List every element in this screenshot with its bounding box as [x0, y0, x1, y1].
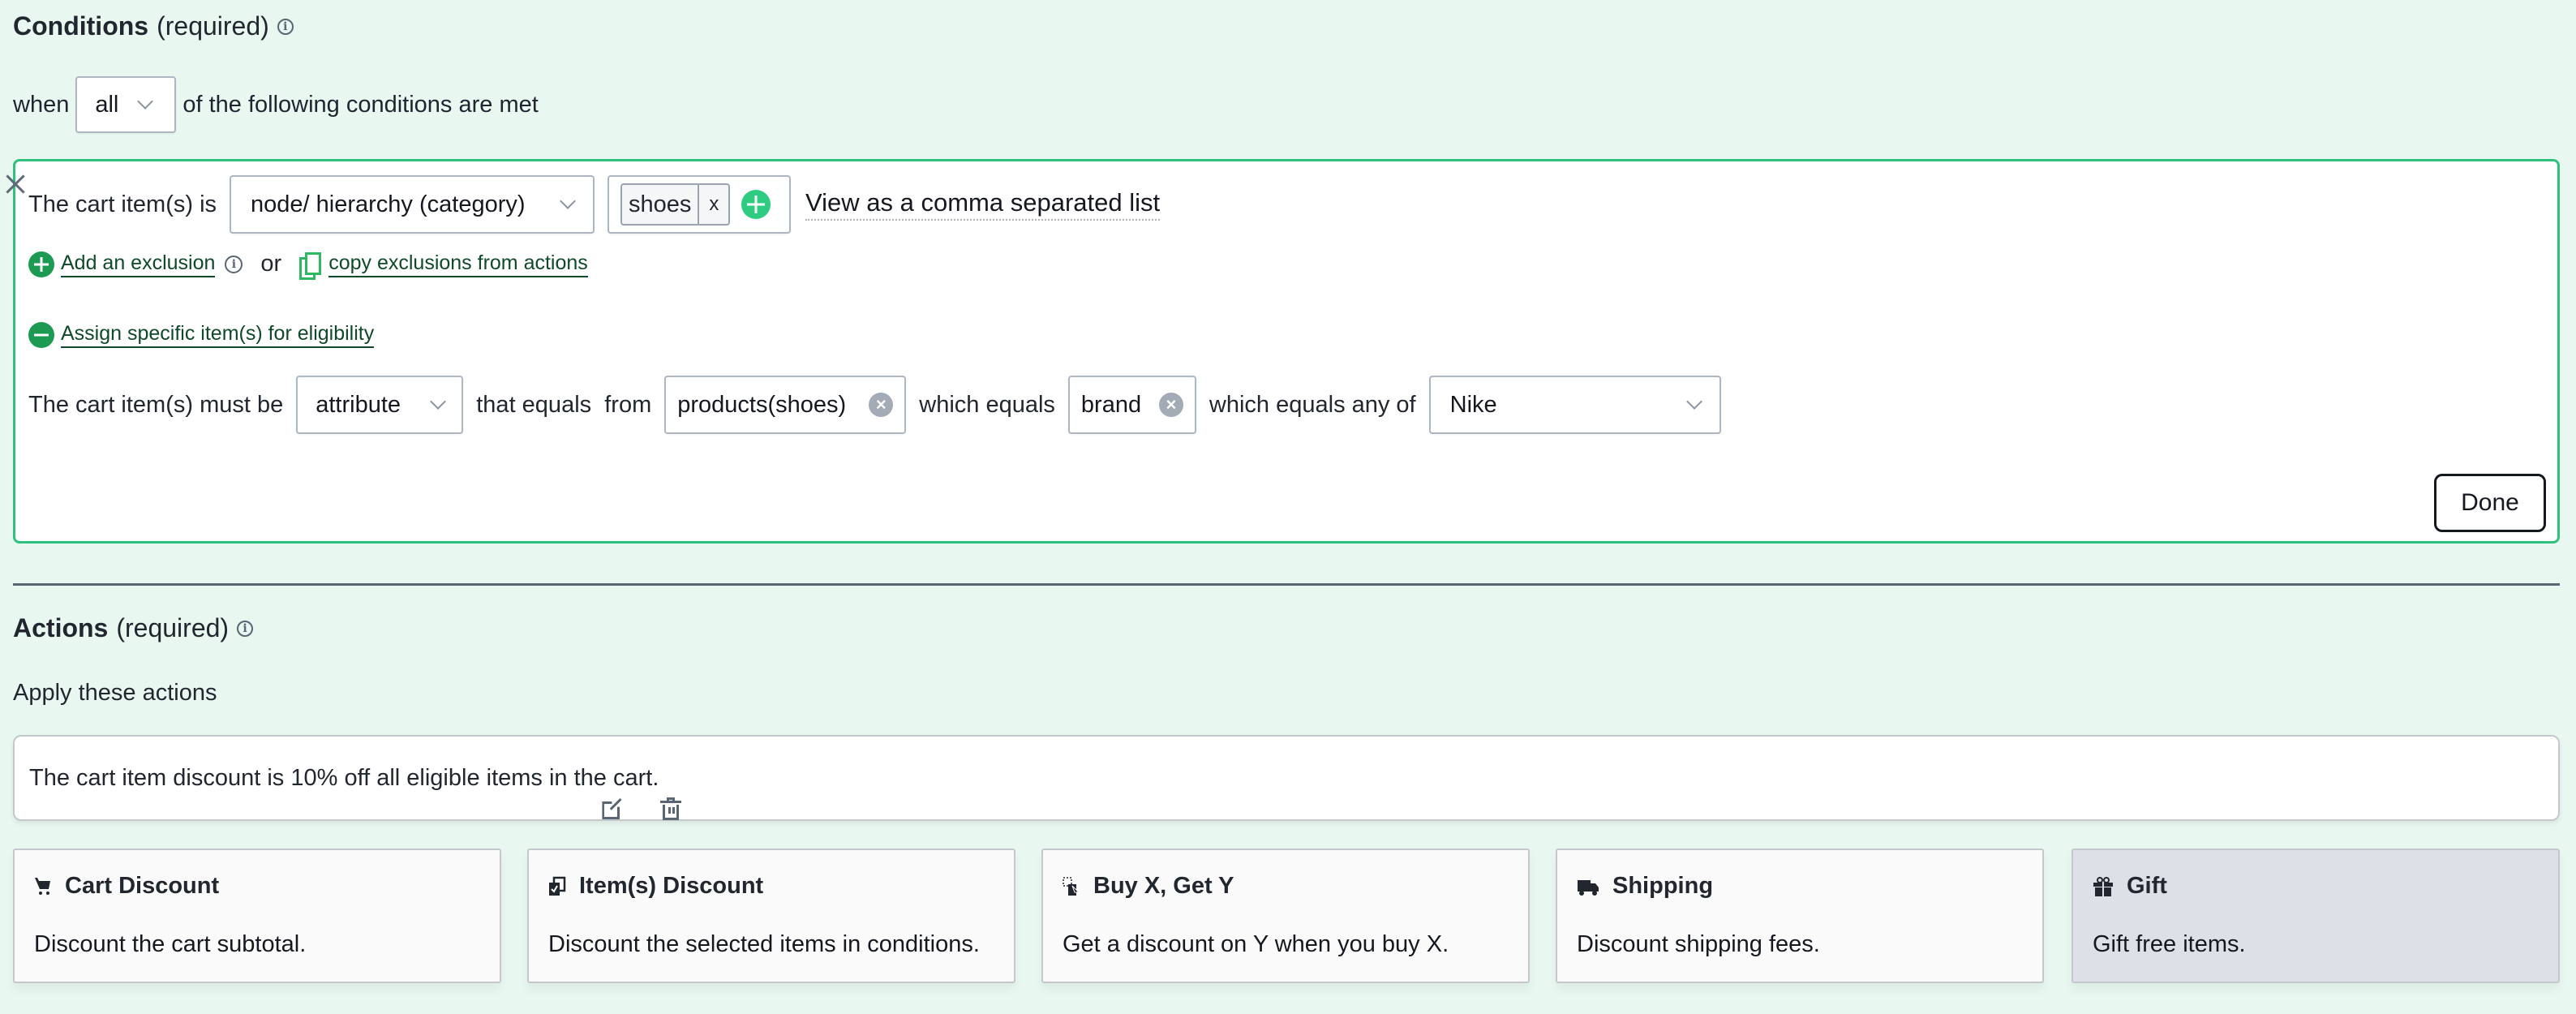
trash-icon[interactable] — [660, 797, 682, 820]
edit-icon[interactable] — [602, 800, 623, 821]
card-description: Discount the selected items in condition… — [548, 931, 980, 957]
or-label: or — [260, 251, 282, 277]
conditions-heading: Conditions (required) i — [13, 11, 294, 41]
chevron-down-icon — [137, 93, 154, 110]
attribute-field[interactable]: brand × — [1067, 376, 1196, 434]
section-divider — [13, 583, 2560, 586]
actions-subtitle: Apply these actions — [13, 680, 217, 706]
info-icon[interactable]: i — [225, 255, 243, 273]
card-title: Shipping — [1612, 873, 1714, 899]
done-button[interactable]: Done — [2434, 474, 2546, 532]
clear-icon[interactable]: × — [869, 393, 894, 417]
match-mode-value: all — [95, 91, 119, 118]
card-description: Discount shipping fees. — [1577, 931, 1820, 957]
card-title: Cart Discount — [65, 873, 220, 899]
card-description: Discount the cart subtotal. — [34, 931, 307, 957]
clear-icon[interactable]: × — [1158, 393, 1183, 417]
close-icon[interactable] — [4, 173, 27, 195]
chevron-down-icon — [1685, 393, 1702, 410]
info-icon[interactable]: i — [237, 620, 254, 637]
assign-row: Assign specific item(s) for eligibility — [28, 322, 375, 348]
conditions-title: Conditions — [13, 11, 149, 41]
copy-exclusions-link[interactable]: copy exclusions from actions — [328, 251, 588, 277]
info-icon[interactable]: i — [277, 18, 294, 35]
cart-icon — [35, 877, 50, 895]
item-type-value: node/ hierarchy (category) — [251, 191, 526, 217]
qualifier-value: attribute — [316, 391, 401, 418]
add-tag-icon[interactable] — [741, 190, 771, 219]
condition-card: The cart item(s) is node/ hierarchy (cat… — [13, 159, 2560, 544]
that-equals-label: that equals from — [476, 391, 652, 418]
action-type-buy-x-get-y[interactable]: Buy X, Get Y Get a discount on Y when yo… — [1041, 849, 1530, 983]
conditions-required-label: (required) — [157, 11, 269, 41]
any-of-label: which equals any of — [1209, 391, 1416, 418]
items-check-icon — [549, 876, 566, 896]
remove-circle-icon[interactable] — [28, 322, 54, 348]
card-description: Get a discount on Y when you buy X. — [1063, 931, 1449, 957]
card-description: Gift free items. — [2093, 931, 2246, 957]
item-type-select[interactable]: node/ hierarchy (category) — [230, 175, 595, 234]
existing-action-row: The cart item discount is 10% off all el… — [13, 735, 2560, 821]
qualifier-select[interactable]: attribute — [296, 376, 464, 434]
actions-title: Actions — [13, 613, 109, 642]
copy-icon[interactable] — [299, 251, 322, 280]
card-title: Buy X, Get Y — [1093, 873, 1234, 899]
match-mode-select[interactable]: all — [75, 76, 177, 133]
chevron-down-icon — [430, 393, 447, 410]
match-mode-row: when all of the following conditions are… — [13, 76, 539, 133]
source-field[interactable]: products(shoes) × — [664, 376, 907, 434]
buy-get-icon — [1063, 876, 1080, 896]
actions-heading: Actions (required) i — [13, 613, 254, 643]
gift-icon — [2093, 876, 2113, 896]
value-selected: Nike — [1449, 391, 1497, 418]
eligibility-row: The cart item(s) must be attribute that … — [28, 375, 1721, 435]
view-as-list-link[interactable]: View as a comma separated list — [805, 188, 1161, 221]
chevron-down-icon — [560, 193, 576, 209]
assign-eligibility-link[interactable]: Assign specific item(s) for eligibility — [61, 322, 375, 348]
when-prefix: when — [13, 91, 70, 118]
card-title: Item(s) Discount — [579, 873, 764, 899]
tag-input[interactable]: shoes x — [608, 175, 792, 234]
add-exclusion-link[interactable]: Add an exclusion — [61, 251, 216, 277]
when-suffix: of the following conditions are met — [182, 91, 539, 118]
actions-required-label: (required) — [116, 613, 230, 642]
add-circle-icon[interactable] — [28, 251, 54, 277]
value-select[interactable]: Nike — [1428, 376, 1721, 434]
which-equals-label: which equals — [919, 391, 1055, 418]
must-be-label: The cart item(s) must be — [28, 391, 284, 418]
action-type-shipping[interactable]: Shipping Discount shipping fees. — [1556, 849, 2044, 983]
tag-remove-icon[interactable]: x — [698, 185, 728, 224]
attribute-value: brand — [1080, 391, 1142, 418]
source-value: products(shoes) — [677, 391, 847, 418]
item-rule-row: The cart item(s) is node/ hierarchy (cat… — [28, 174, 1161, 234]
existing-action-text: The cart item discount is 10% off all el… — [29, 764, 659, 791]
card-title: Gift — [2127, 873, 2167, 899]
item-label: The cart item(s) is — [28, 191, 217, 217]
exclusion-row: Add an exclusion i or copy exclusions fr… — [28, 251, 588, 280]
tag-chip: shoes x — [620, 183, 731, 226]
action-type-items-discount[interactable]: Item(s) Discount Discount the selected i… — [527, 849, 1015, 983]
action-type-gift[interactable]: Gift Gift free items. — [2072, 849, 2560, 983]
action-type-cart-discount[interactable]: Cart Discount Discount the cart subtotal… — [13, 849, 501, 983]
truck-icon — [1578, 879, 1599, 896]
tag-label: shoes — [629, 191, 692, 217]
